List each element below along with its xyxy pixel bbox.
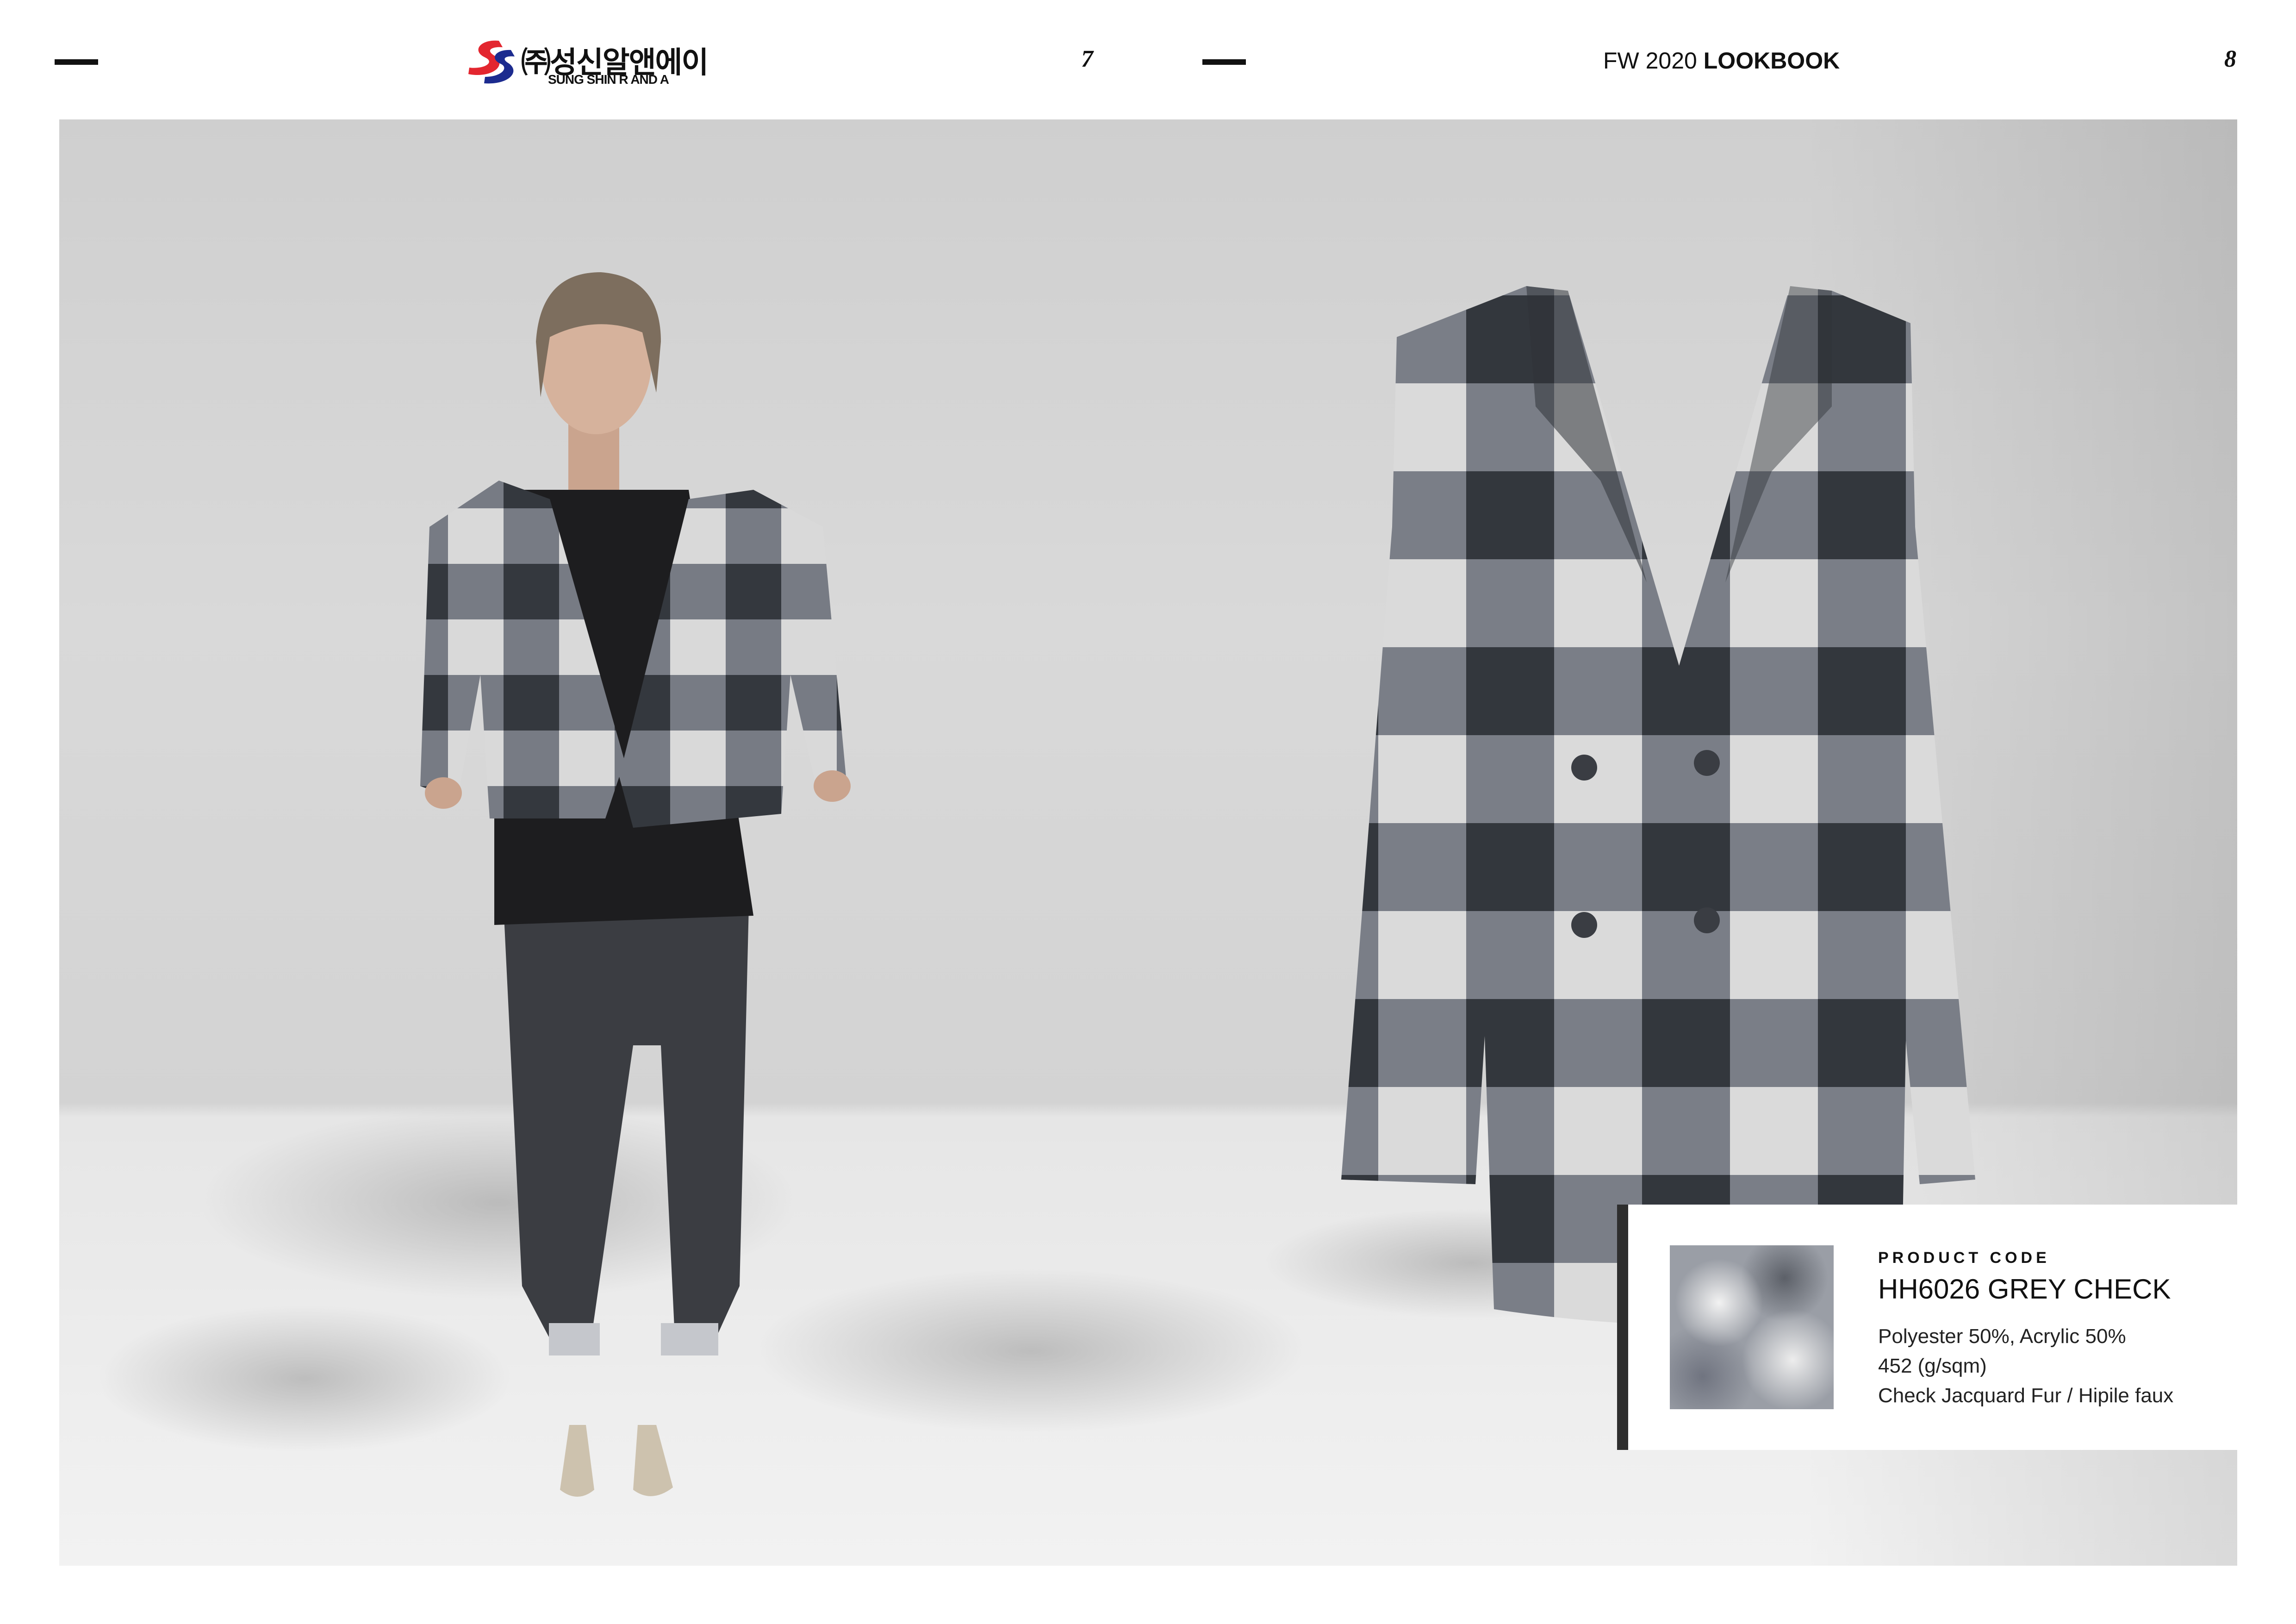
jacket-product-render <box>1341 286 1975 1325</box>
fabric-description: Check Jacquard Fur / Hipile faux <box>1878 1384 2174 1407</box>
page-number-right: 8 <box>2224 46 2236 72</box>
product-info-card: PRODUCT CODE HH6026 GREY CHECK Polyester… <box>1617 1205 2237 1450</box>
lookbook-word: LOOKBOOK <box>1703 48 1840 74</box>
fabric-swatch-image <box>1670 1245 1834 1409</box>
lookbook-season: FW 2020 <box>1603 48 1697 74</box>
header-dash-right <box>1202 59 1246 65</box>
lookbook-title: FW 2020 LOOKBOOK <box>1603 47 1840 74</box>
model-figure <box>420 272 851 1497</box>
page-number-left: 7 <box>1081 46 1093 72</box>
product-code-label: PRODUCT CODE <box>1878 1249 2050 1267</box>
brand-logo: ㈜성신알앤에이 SUNG SHIN R AND A <box>467 37 709 88</box>
fabric-weight: 452 (g/sqm) <box>1878 1355 1987 1377</box>
fabric-composition: Polyester 50%, Acrylic 50% <box>1878 1325 2126 1348</box>
brand-name-english: SUNG SHIN R AND A <box>548 72 669 87</box>
brand-mark-icon <box>468 40 515 84</box>
product-code: HH6026 GREY CHECK <box>1878 1274 2171 1305</box>
header-dash-left <box>55 59 98 65</box>
